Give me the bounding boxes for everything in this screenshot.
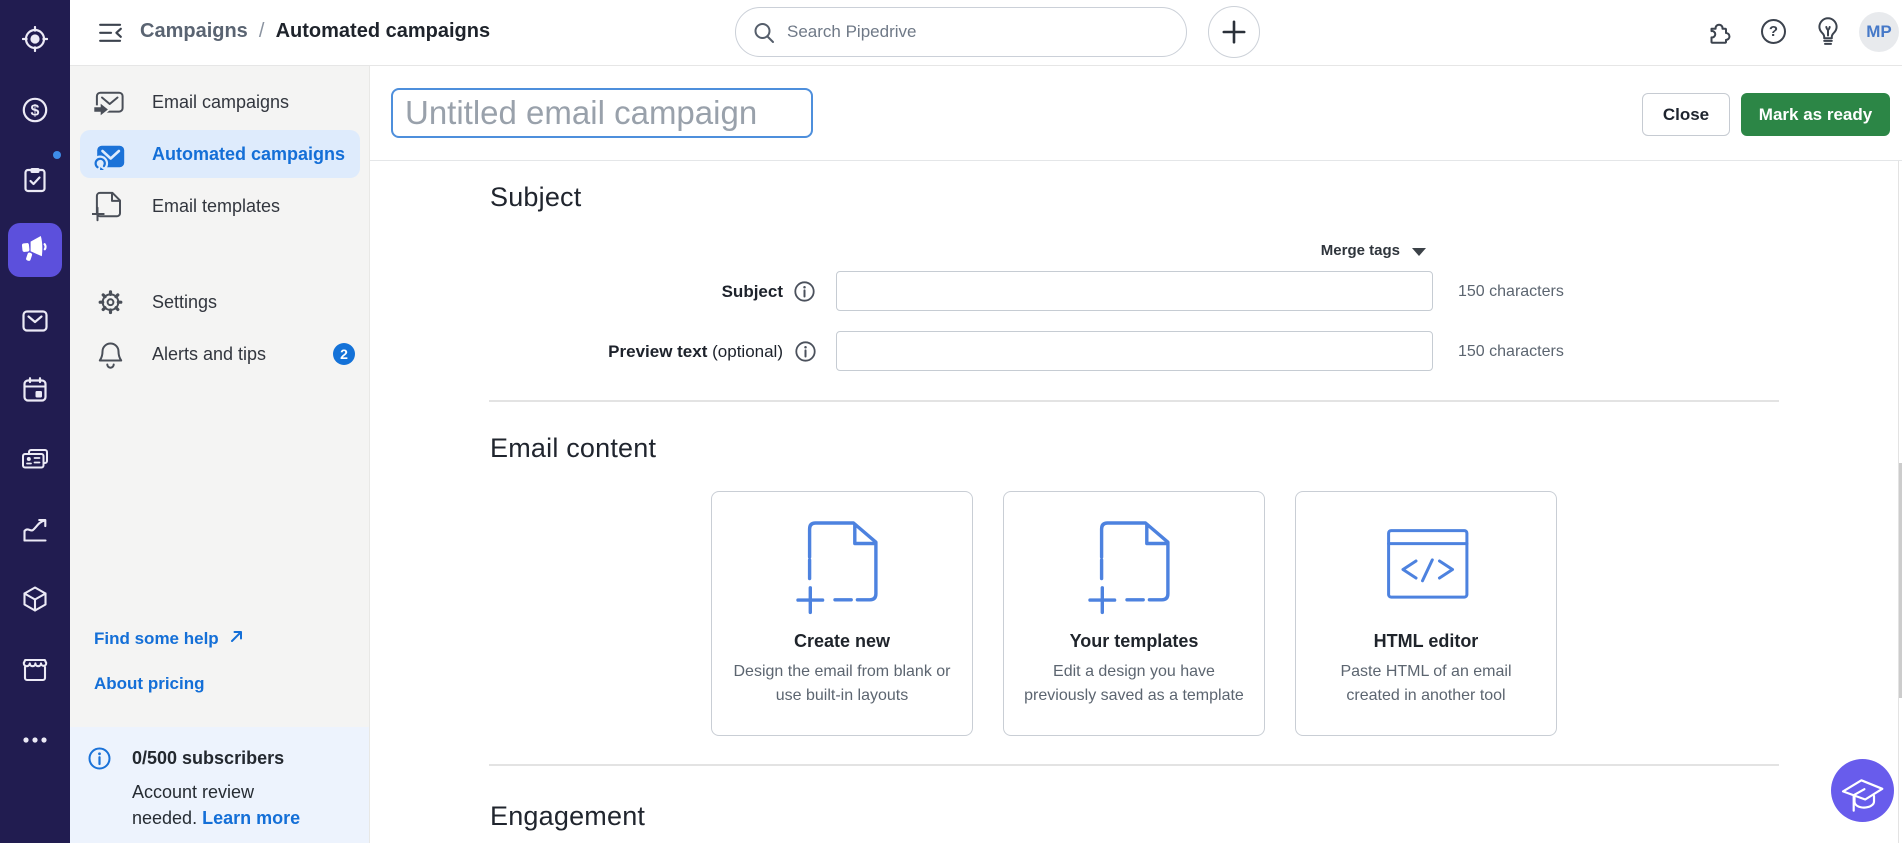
svg-text:$: $: [31, 103, 40, 120]
